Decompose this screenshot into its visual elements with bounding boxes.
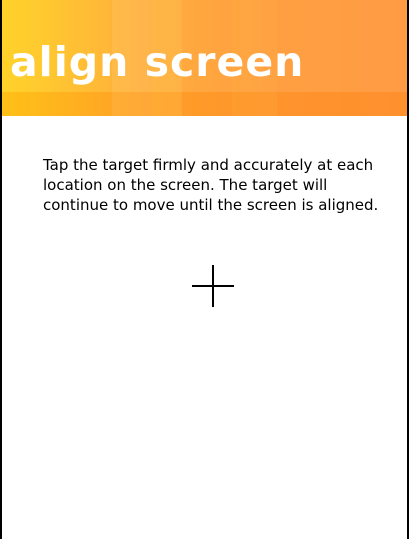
alignment-instructions: Tap the target firmly and accurately at … bbox=[43, 156, 379, 214]
page-title: align screen bbox=[10, 38, 305, 86]
header-banner: align screen bbox=[2, 0, 407, 116]
header-shadow bbox=[2, 92, 407, 116]
align-screen-window: align screen Tap the target firmly and a… bbox=[0, 0, 409, 539]
crosshair-icon[interactable] bbox=[192, 265, 234, 307]
